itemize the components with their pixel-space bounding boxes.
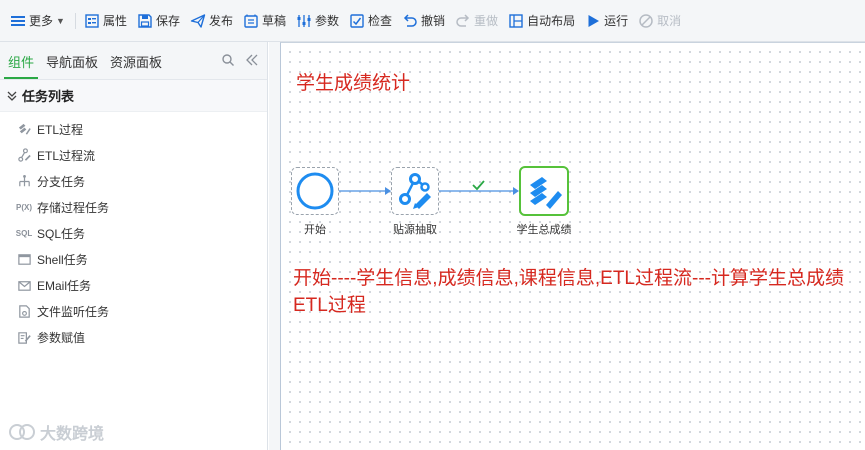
splitter[interactable] [269,42,280,450]
task-item-label: ETL过程流 [37,148,96,163]
etl-process-icon [16,121,32,137]
task-list-header[interactable]: 任务列表 [0,80,267,112]
task-item-label: 分支任务 [37,174,86,189]
task-item-label: ETL过程 [37,122,84,137]
properties-icon [85,13,99,28]
save-icon [138,13,152,28]
save-button[interactable]: 保存 [133,9,186,33]
etl-flow-icon [16,147,32,163]
email-icon [16,277,32,293]
tab-components[interactable]: 组件 [4,47,39,79]
file-watch-icon [16,303,32,319]
task-list-title: 任务列表 [22,89,75,104]
send-icon [190,13,206,28]
undo-button[interactable]: 撤销 [398,9,451,33]
task-item-shell[interactable]: Shell任务 [0,246,267,272]
redo-label: 重做 [474,14,499,28]
task-item-label: 存储过程任务 [37,200,110,215]
auto-layout-label: 自动布局 [527,14,576,28]
sql-icon: SQL [15,228,33,238]
flow-annotation: 开始----学生信息,成绩信息,课程信息,ETL过程流---计算学生总成绩ETL… [293,268,844,316]
param-assign-icon [16,329,32,345]
node-extract-label: 贴源抽取 [393,224,437,236]
task-item-label: 参数赋值 [37,330,86,345]
collapse-left-icon[interactable] [245,53,259,67]
success-check-icon [472,180,485,191]
search-icon[interactable] [221,53,235,67]
task-item-email[interactable]: EMail任务 [0,272,267,298]
draft-label: 草稿 [261,14,286,28]
params-label: 参数 [315,14,340,28]
node-start[interactable] [291,167,339,215]
sliders-icon [297,14,311,27]
play-icon [588,14,600,27]
node-total-score[interactable] [519,166,569,216]
stored-procedure-icon: P(X) [16,202,32,212]
task-item-param-assign[interactable]: 参数赋值 [0,324,267,350]
shell-icon [16,251,32,267]
task-item-label: EMail任务 [37,278,92,293]
menu-icon [11,15,25,26]
draft-button[interactable]: 草稿 [239,9,292,33]
tab-navigation[interactable]: 导航面板 [42,47,102,79]
panel-tabs: 组件 导航面板 资源面板 [0,42,267,80]
draft-icon [244,14,258,28]
node-total-score-label: 学生总成绩 [516,224,572,236]
properties-button[interactable]: 属性 [80,9,133,33]
task-item-branch[interactable]: 分支任务 [0,168,267,194]
branch-icon [16,173,32,189]
publish-button[interactable]: 发布 [186,9,239,33]
publish-label: 发布 [208,14,233,28]
etl-process-icon [530,177,562,209]
properties-label: 属性 [102,14,127,28]
panel-tools [221,53,259,67]
cancel-label: 取消 [657,14,682,28]
node-extract[interactable] [391,167,439,215]
more-label: 更多 [29,14,54,28]
watermark: 大数跨境 [8,420,104,444]
double-chevron-down-icon [7,91,17,101]
layout-icon [509,13,523,28]
flow-edges [339,180,519,195]
run-label: 运行 [604,14,629,28]
check-doc-icon [350,13,364,28]
save-label: 保存 [155,14,180,28]
redo-icon [456,13,470,27]
undo-icon [403,13,417,27]
caret-down-icon: ▼ [56,15,65,26]
params-button[interactable]: 参数 [292,9,345,33]
component-panel: 组件 导航面板 资源面板 任务列表 ETL过程 ETL过程流 分支任务 P(X)… [0,42,268,450]
check-button[interactable]: 检查 [345,9,398,33]
task-item-etl-process[interactable]: ETL过程 [0,116,267,142]
task-item-label: Shell任务 [37,252,88,267]
watermark-logo-icon [9,424,35,440]
check-label: 检查 [368,14,393,28]
task-item-stored-procedure[interactable]: P(X) 存储过程任务 [0,194,267,220]
watermark-text: 大数跨境 [40,426,105,443]
task-item-file-watch[interactable]: 文件监听任务 [0,298,267,324]
cancel-button[interactable]: 取消 [634,9,687,33]
etl-flow-icon [399,173,431,209]
more-menu-button[interactable]: 更多 ▼ [6,9,71,33]
cancel-icon [639,13,653,28]
toolbar-divider [74,12,76,29]
run-button[interactable]: 运行 [581,9,634,33]
task-item-sql[interactable]: SQL SQL任务 [0,220,267,246]
task-item-etl-flow[interactable]: ETL过程流 [0,142,267,168]
node-start-label: 开始 [304,224,326,236]
start-circle-icon [296,172,334,210]
tab-resources[interactable]: 资源面板 [106,47,166,79]
undo-label: 撤销 [421,14,446,28]
auto-layout-button[interactable]: 自动布局 [504,9,581,33]
toolbar: 更多 ▼ 属性 保存 发布 草稿 参数 检查 撤销 重做 自动布局 运行 取消 [0,0,865,42]
task-item-label: SQL任务 [37,226,86,241]
task-item-label: 文件监听任务 [37,304,110,319]
redo-button[interactable]: 重做 [451,9,504,33]
task-list: ETL过程 ETL过程流 分支任务 P(X) 存储过程任务 SQL SQL任务 … [0,112,267,350]
flow-canvas[interactable]: 学生成绩统计 开始 贴源抽取 学生总成绩 开始----学生信息,成绩信息,课程信… [280,42,865,450]
